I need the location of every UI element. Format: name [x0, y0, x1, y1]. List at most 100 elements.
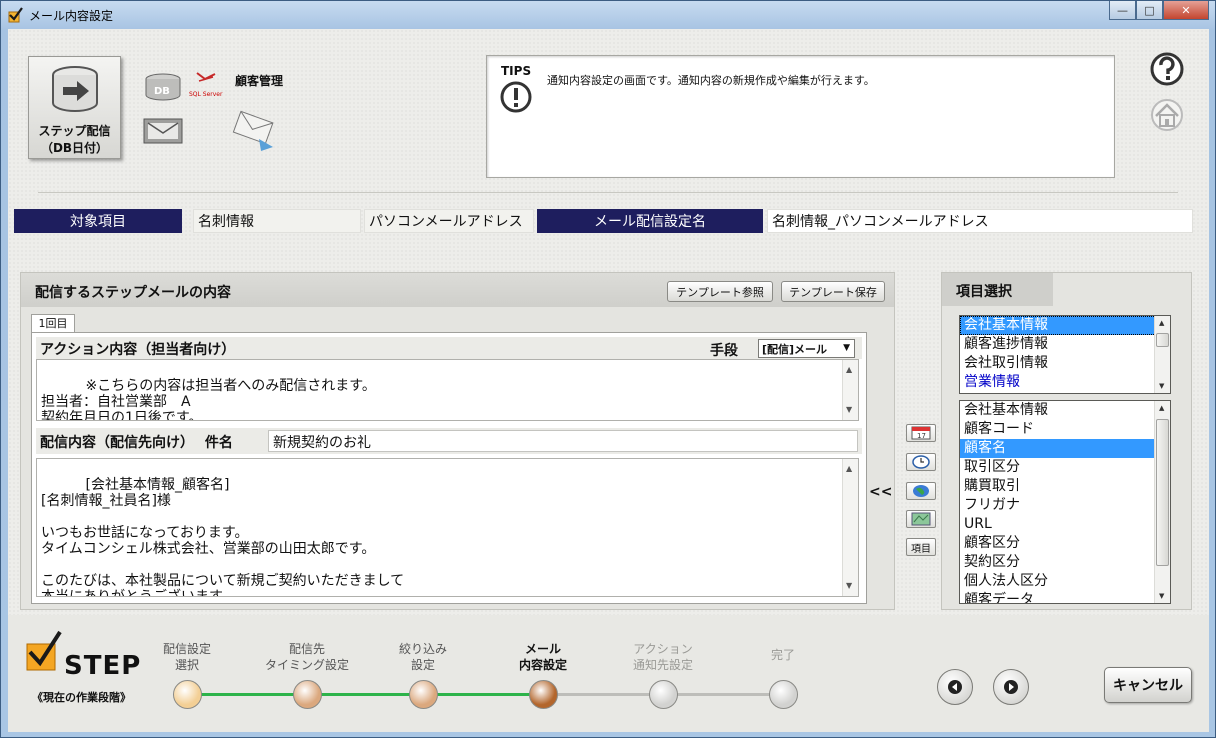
- scroll-down-icon[interactable]: ▼: [1159, 382, 1164, 390]
- scroll-down-icon[interactable]: ▼: [846, 578, 852, 594]
- step-label: 配信先タイミング設定: [257, 641, 357, 673]
- maximize-button[interactable]: □: [1136, 1, 1163, 20]
- step-mail-content-panel: 配信するステップメールの内容 テンプレート参照 テンプレート保存 1回目 アクシ…: [20, 272, 895, 610]
- step-dot: [293, 680, 322, 709]
- step-dot: [173, 680, 202, 709]
- list-item[interactable]: 購買取引: [960, 477, 1170, 496]
- list-item[interactable]: URL: [960, 515, 1170, 534]
- help-icon[interactable]: [1149, 51, 1185, 87]
- setting-name-label: メール配信設定名: [537, 209, 763, 233]
- list-item[interactable]: 営業情報: [960, 373, 1170, 392]
- list-item[interactable]: 顧客コード: [960, 420, 1170, 439]
- list-item[interactable]: 契約区分: [960, 553, 1170, 572]
- scroll-up-icon[interactable]: ▲: [846, 461, 852, 477]
- tab-round-1[interactable]: 1回目: [31, 314, 75, 333]
- scroll-thumb[interactable]: [1156, 333, 1169, 347]
- step-label: メール 内容設定: [493, 641, 593, 673]
- scroll-up-icon[interactable]: ▲: [1159, 404, 1164, 412]
- action-header-text: アクション内容（担当者向け）: [40, 342, 236, 358]
- step-label: 完了: [733, 647, 833, 663]
- step-button-line1: ステップ配信: [38, 124, 111, 138]
- scroll-down-icon[interactable]: ▼: [846, 402, 852, 418]
- step-label-line1: 完了: [770, 648, 795, 662]
- item-panel-title: 項目選択: [942, 273, 1053, 306]
- target-label: 対象項目: [14, 209, 182, 233]
- category-listbox[interactable]: 会社基本情報 顧客進捗情報 会社取引情報 営業情報 ▲ ▼: [959, 315, 1171, 394]
- setting-name-value: 名刺情報_パソコンメールアドレス: [767, 209, 1193, 233]
- window-controls: — □ ✕: [1109, 1, 1209, 20]
- subject-label: 件名: [204, 435, 233, 451]
- step-dot: [769, 680, 798, 709]
- exclamation-icon: [500, 81, 532, 113]
- mail-icon[interactable]: [143, 118, 183, 147]
- target-value-1: 名刺情報: [193, 209, 361, 233]
- list-item[interactable]: 会社取引情報: [960, 354, 1170, 373]
- list-item[interactable]: 会社基本情報: [960, 316, 1170, 335]
- window-title: メール内容設定: [29, 9, 114, 23]
- delivery-header-text: 配信内容（配信先向け）: [40, 435, 194, 451]
- minimize-button[interactable]: —: [1109, 1, 1136, 20]
- clock-icon[interactable]: [906, 453, 936, 471]
- step-dot: [409, 680, 438, 709]
- list-item[interactable]: フリガナ: [960, 496, 1170, 515]
- sql-server-logo: SQL Server: [189, 71, 225, 98]
- close-button[interactable]: ✕: [1163, 1, 1209, 20]
- step-label: 絞り込み 設定: [373, 641, 473, 673]
- next-button[interactable]: [993, 669, 1029, 705]
- step-check-logo: [26, 630, 62, 671]
- calendar-icon[interactable]: 17: [906, 424, 936, 442]
- list-item[interactable]: 顧客名: [960, 439, 1170, 458]
- step-delivery-button[interactable]: ステップ配信 （DB日付）: [28, 56, 121, 159]
- list-item[interactable]: 顧客データ: [960, 591, 1170, 603]
- target-value-2: パソコンメールアドレス: [364, 209, 534, 233]
- step-label-line1: 絞り込み: [398, 642, 447, 656]
- subject-input[interactable]: 新規契約のお礼: [268, 430, 858, 452]
- step-logo-word: STEP: [64, 651, 142, 681]
- method-select[interactable]: [配信]メール ▼: [758, 339, 855, 358]
- step-label: アクション 通知先設定: [613, 641, 713, 673]
- progress-connector: [307, 693, 423, 696]
- app-window: メール内容設定 — □ ✕ ステップ配信 （DB日付） DB SQL Serve…: [0, 0, 1216, 738]
- step-label-line1: メール: [524, 642, 561, 656]
- method-label: 手段: [710, 343, 738, 359]
- body-scrollbar[interactable]: ▲ ▼: [842, 459, 858, 596]
- step-label-line2: 内容設定: [518, 658, 567, 672]
- insert-field-button[interactable]: <<: [869, 484, 892, 500]
- cancel-button[interactable]: キャンセル: [1104, 667, 1192, 703]
- send-mail-icon[interactable]: [229, 109, 279, 156]
- scroll-up-icon[interactable]: ▲: [846, 362, 852, 378]
- tips-label: TIPS: [501, 64, 532, 78]
- template-save-button[interactable]: テンプレート保存: [781, 281, 885, 302]
- step-label-line2: タイミング設定: [264, 658, 349, 672]
- body-textarea[interactable]: [会社基本情報_顧客名] [名刺情報_社員名]様 いつもお世話になっております。…: [36, 458, 859, 597]
- target-info-row: 対象項目 名刺情報 パソコンメールアドレス メール配信設定名 名刺情報_パソコン…: [12, 209, 1197, 233]
- scroll-down-icon[interactable]: ▼: [1159, 592, 1164, 600]
- body-text: [会社基本情報_顧客名] [名刺情報_社員名]様 いつもお世話になっております。…: [41, 477, 405, 597]
- home-icon[interactable]: [1149, 97, 1185, 133]
- action-content-text: ※こちらの内容は担当者へのみ配信されます。 担当者：自社営業部 A 契約年月日の…: [41, 378, 376, 421]
- back-button[interactable]: [937, 669, 973, 705]
- sql-logo-text: SQL Server: [189, 91, 223, 98]
- template-reference-button[interactable]: テンプレート参照: [667, 281, 773, 302]
- customer-management-label: 顧客管理: [235, 74, 284, 88]
- scroll-up-icon[interactable]: ▲: [1159, 319, 1164, 327]
- list-item[interactable]: 会社基本情報: [960, 401, 1170, 420]
- tips-box: TIPS 通知内容設定の画面です。通知内容の新規作成や編集が行えます。: [486, 55, 1115, 178]
- field-scrollbar[interactable]: ▲ ▼: [1154, 401, 1170, 603]
- db-icon-text: DB: [154, 86, 170, 97]
- item-button[interactable]: 項目: [906, 538, 936, 556]
- list-item[interactable]: 顧客進捗情報: [960, 335, 1170, 354]
- action-scrollbar[interactable]: ▲ ▼: [842, 360, 858, 420]
- list-item[interactable]: 取引区分: [960, 458, 1170, 477]
- action-content-textarea[interactable]: ※こちらの内容は担当者へのみ配信されます。 担当者：自社営業部 A 契約年月日の…: [36, 359, 859, 421]
- field-listbox[interactable]: 会社基本情報 顧客コード 顧客名 取引区分 購買取引 フリガナ URL 顧客区分 契約区分 個人法…: [959, 400, 1171, 604]
- db-icon[interactable]: DB: [143, 72, 183, 105]
- globe-icon[interactable]: [906, 482, 936, 500]
- step-label-line1: 配信先: [288, 642, 325, 656]
- list-item[interactable]: 顧客区分: [960, 534, 1170, 553]
- list-item[interactable]: 個人法人区分: [960, 572, 1170, 591]
- progress-connector: [423, 693, 543, 696]
- map-icon[interactable]: [906, 510, 936, 528]
- scroll-thumb[interactable]: [1156, 419, 1169, 566]
- category-scrollbar[interactable]: ▲ ▼: [1154, 316, 1170, 393]
